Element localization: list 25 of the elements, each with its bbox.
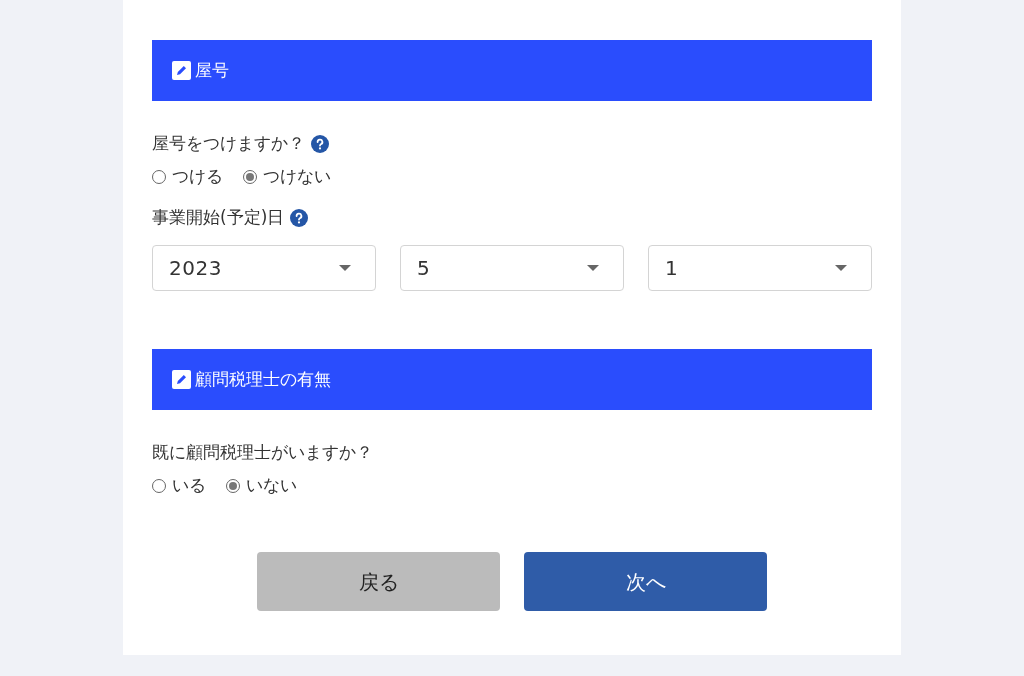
dropdown-select[interactable]: 5 — [400, 245, 624, 291]
radio-button[interactable] — [243, 170, 257, 184]
radio-button[interactable] — [226, 479, 240, 493]
pencil-icon — [172, 370, 191, 389]
radio-label: つける — [172, 165, 223, 189]
back-button[interactable]: 戻る — [257, 552, 500, 611]
caret-icon — [587, 265, 599, 271]
caret-icon — [339, 265, 351, 271]
radio-label: つけない — [263, 165, 331, 189]
next-button[interactable]: 次へ — [524, 552, 767, 611]
help-icon[interactable] — [290, 209, 309, 227]
radio-label: いる — [172, 474, 206, 498]
question-label: 屋号をつけますか？ — [152, 132, 305, 156]
help-icon[interactable] — [311, 135, 329, 153]
radio-button[interactable] — [152, 170, 166, 184]
question-label: 既に顧問税理士がいますか？ — [152, 441, 373, 465]
section-title: 顧問税理士の有無 — [195, 367, 331, 391]
caret-icon — [835, 265, 847, 271]
pencil-icon — [172, 61, 191, 80]
radio-button[interactable] — [152, 479, 166, 493]
section-title: 屋号 — [195, 58, 229, 82]
radio-label: いない — [246, 474, 297, 498]
question-label: 事業開始(予定)日 — [152, 206, 285, 230]
dropdown-select[interactable]: 1 — [648, 245, 872, 291]
dropdown-select[interactable]: 2023 — [152, 245, 376, 291]
